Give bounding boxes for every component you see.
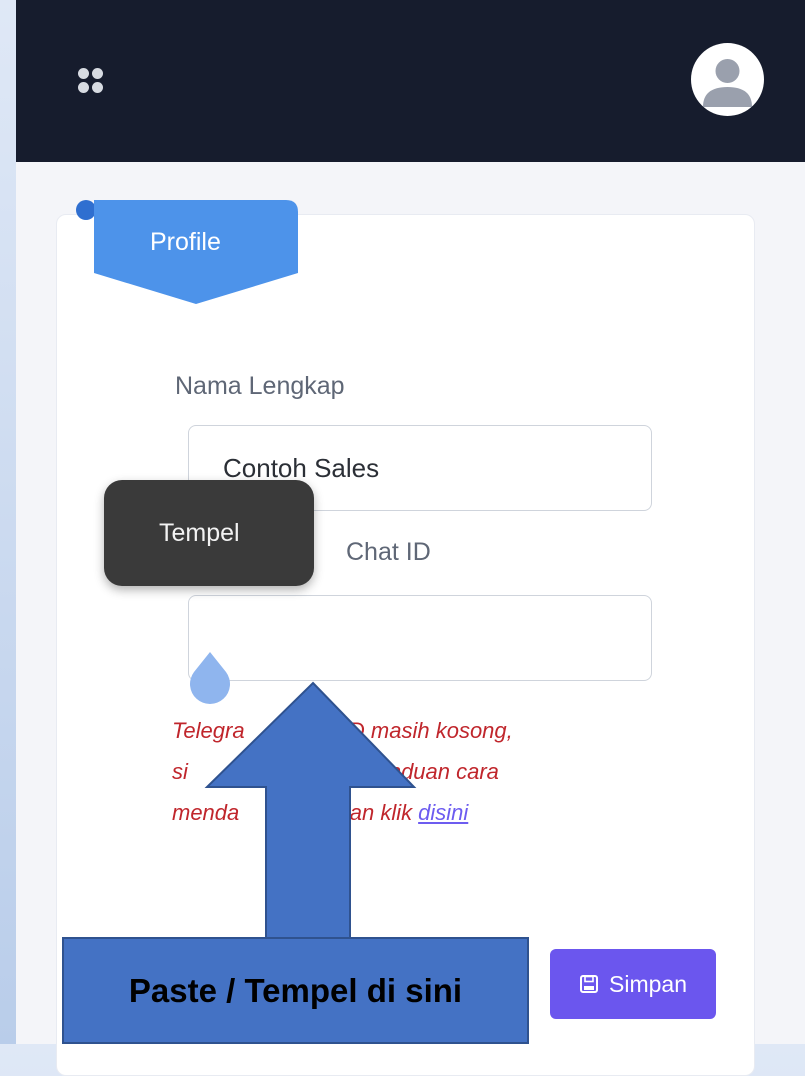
- paste-context-menu[interactable]: Tempel: [104, 480, 314, 586]
- up-arrow-annotation: [204, 681, 417, 953]
- save-button[interactable]: Simpan: [550, 949, 716, 1019]
- guide-link[interactable]: disini: [418, 800, 468, 825]
- grid-menu-icon[interactable]: [78, 68, 104, 94]
- floppy-disk-icon: [580, 975, 598, 993]
- top-navbar: [16, 0, 805, 162]
- chat-id-field-label: Chat ID: [346, 538, 431, 566]
- profile-tab-label[interactable]: Profile: [150, 228, 221, 257]
- name-input-value: Contoh Sales: [223, 453, 380, 483]
- paste-menu-item[interactable]: Tempel: [159, 519, 240, 548]
- save-button-label: Simpan: [609, 970, 687, 997]
- chat-id-input[interactable]: [188, 595, 652, 681]
- user-avatar-icon[interactable]: [691, 43, 764, 116]
- paste-here-callout: Paste / Tempel di sini: [62, 937, 529, 1044]
- name-field-label: Nama Lengkap: [175, 372, 345, 400]
- callout-text: Paste / Tempel di sini: [128, 971, 463, 1009]
